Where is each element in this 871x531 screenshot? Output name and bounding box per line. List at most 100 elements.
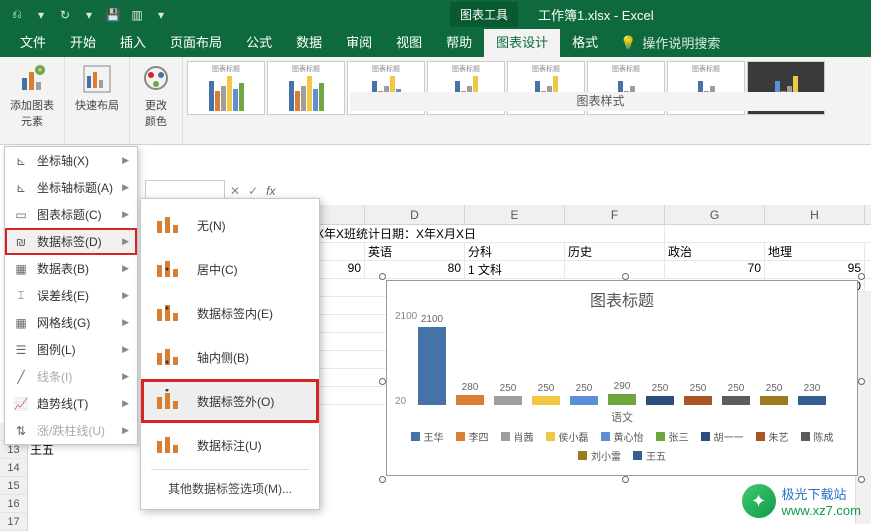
chevron-right-icon: ▶ [122, 290, 129, 301]
title-bar: ⎌ ▾ ↻ ▾ 💾 ▥ ▾ 图表工具 工作簿1.xlsx - Excel [0, 0, 871, 29]
chevron-right-icon: ▶ [122, 209, 129, 220]
legend-icon: ☰ [13, 342, 29, 358]
col-D[interactable]: D [365, 205, 465, 224]
submenu-outside-end[interactable]: 数据标签外(O) [141, 379, 319, 423]
change-color-button[interactable]: 更改 颜色 [136, 61, 176, 131]
undo-dropdown-icon[interactable]: ▾ [32, 6, 50, 24]
chevron-right-icon: ▶ [122, 317, 129, 328]
tab-help[interactable]: 帮助 [434, 27, 484, 57]
row-15[interactable]: 15 [0, 477, 27, 495]
redo-dropdown-icon[interactable]: ▾ [80, 6, 98, 24]
menu-chart-title[interactable]: ▭图表标题(C)▶ [5, 201, 137, 228]
chevron-right-icon: ▶ [122, 155, 129, 166]
gridlines-icon: ▦ [13, 315, 29, 331]
submenu-callout[interactable]: 数据标注(U) [141, 423, 319, 467]
data-table-icon: ▦ [13, 261, 29, 277]
change-color-icon [140, 63, 172, 95]
menu-trendline[interactable]: 📈趋势线(T)▶ [5, 390, 137, 417]
contextual-tab-label: 图表工具 [450, 2, 518, 27]
quick-layout-button[interactable]: 快速布局 [71, 61, 123, 115]
outside-end-icon [155, 389, 183, 413]
none-icon [155, 213, 183, 237]
menu-legend[interactable]: ☰图例(L)▶ [5, 336, 137, 363]
chevron-right-icon: ▶ [122, 425, 129, 436]
fx-icon[interactable]: fx [266, 184, 275, 198]
chart-title[interactable]: 图表标题 [387, 287, 857, 311]
tab-formula[interactable]: 公式 [234, 27, 284, 57]
tab-data[interactable]: 数据 [284, 27, 334, 57]
add-chart-element-menu: ⊾坐标轴(X)▶ ⊾坐标轴标题(A)▶ ▭图表标题(C)▶ ₪数据标签(D)▶ … [4, 146, 138, 445]
add-element-icon: + [16, 63, 48, 95]
tab-review[interactable]: 审阅 [334, 27, 384, 57]
trendline-icon: 📈 [13, 396, 29, 412]
cancel-icon[interactable]: ✕ [230, 184, 240, 198]
ribbon-tabs: 文件 开始 插入 页面布局 公式 数据 审阅 视图 帮助 图表设计 格式 💡操作… [0, 29, 871, 57]
new-icon[interactable]: ▥ [128, 6, 146, 24]
tab-insert[interactable]: 插入 [108, 27, 158, 57]
tab-home[interactable]: 开始 [58, 27, 108, 57]
row-16[interactable]: 16 [0, 495, 27, 513]
y-tick: 2100 [395, 311, 417, 322]
submenu-more-options[interactable]: 其他数据标签选项(M)... [141, 472, 319, 505]
menu-axis[interactable]: ⊾坐标轴(X)▶ [5, 147, 137, 174]
tab-format[interactable]: 格式 [560, 27, 610, 57]
embedded-chart[interactable]: 图表标题 2100 20 210028025025025029025025025… [386, 280, 858, 476]
submenu-none[interactable]: 无(N) [141, 203, 319, 247]
col-G[interactable]: G [665, 205, 765, 224]
submenu-inside-end[interactable]: 数据标签内(E) [141, 291, 319, 335]
tab-layout[interactable]: 页面布局 [158, 27, 234, 57]
col-F[interactable]: F [565, 205, 665, 224]
tab-view[interactable]: 视图 [384, 27, 434, 57]
updown-icon: ⇅ [13, 423, 29, 439]
lines-icon: ╱ [13, 369, 29, 385]
chevron-right-icon: ▶ [122, 344, 129, 355]
col-H[interactable]: H [765, 205, 865, 224]
chevron-right-icon: ▶ [122, 182, 129, 193]
tell-me[interactable]: 💡操作说明搜索 [610, 28, 730, 57]
watermark-logo-icon: ✦ [742, 484, 776, 518]
chart-plot-area[interactable]: 2100 20 21002802502502502902502502502502… [405, 313, 839, 405]
check-icon[interactable]: ✓ [248, 184, 258, 198]
redo-icon[interactable]: ↻ [56, 6, 74, 24]
watermark-text1: 极光下载站 [782, 484, 861, 503]
quick-access-toolbar: ⎌ ▾ ↻ ▾ 💾 ▥ ▾ [0, 6, 178, 24]
qat-more-icon[interactable]: ▾ [152, 6, 170, 24]
y-tick: 20 [395, 396, 406, 407]
menu-lines: ╱线条(I)▶ [5, 363, 137, 390]
inside-base-icon [155, 345, 183, 369]
inside-end-icon [155, 301, 183, 325]
tab-file[interactable]: 文件 [8, 27, 58, 57]
row-14[interactable]: 14 [0, 459, 27, 477]
col-E[interactable]: E [465, 205, 565, 224]
add-chart-element-button[interactable]: + 添加图表 元素 [6, 61, 58, 131]
autosave-icon[interactable]: ⎌ [8, 6, 26, 24]
row-17[interactable]: 17 [0, 513, 27, 531]
svg-text:+: + [37, 65, 42, 75]
ribbon-group-label: 图表样式 [350, 92, 851, 111]
chevron-right-icon: ▶ [122, 236, 129, 247]
data-labels-icon: ₪ [13, 234, 29, 250]
chevron-right-icon: ▶ [122, 398, 129, 409]
chart-legend[interactable]: 王华李四肖茜侯小磊黄心怡张三胡一一朱艺陈成刘小雷王五 [407, 429, 837, 463]
chart-style-2[interactable]: 图表标题 [267, 61, 345, 115]
menu-error-bars[interactable]: ⌶误差线(E)▶ [5, 282, 137, 309]
callout-icon [155, 433, 183, 457]
chevron-right-icon: ▶ [122, 263, 129, 274]
chart-title-icon: ▭ [13, 207, 29, 223]
save-icon[interactable]: 💾 [104, 6, 122, 24]
chevron-right-icon: ▶ [122, 371, 129, 382]
formula-bar[interactable]: ✕ ✓ fx [230, 180, 861, 202]
submenu-inside-base[interactable]: 轴内侧(B) [141, 335, 319, 379]
x-axis-title[interactable]: 语文 [387, 409, 857, 425]
submenu-center[interactable]: 居中(C) [141, 247, 319, 291]
menu-data-labels[interactable]: ₪数据标签(D)▶ [5, 228, 137, 255]
axis-title-icon: ⊾ [13, 180, 29, 196]
window-title: 工作簿1.xlsx - Excel [538, 5, 654, 24]
menu-axis-title[interactable]: ⊾坐标轴标题(A)▶ [5, 174, 137, 201]
menu-data-table[interactable]: ▦数据表(B)▶ [5, 255, 137, 282]
watermark: ✦ 极光下载站 www.xz7.com [742, 484, 861, 518]
tab-chart-design[interactable]: 图表设计 [484, 27, 560, 57]
menu-gridlines[interactable]: ▦网格线(G)▶ [5, 309, 137, 336]
chart-style-1[interactable]: 图表标题 [187, 61, 265, 115]
menu-updown-bars: ⇅涨/跌柱线(U)▶ [5, 417, 137, 444]
